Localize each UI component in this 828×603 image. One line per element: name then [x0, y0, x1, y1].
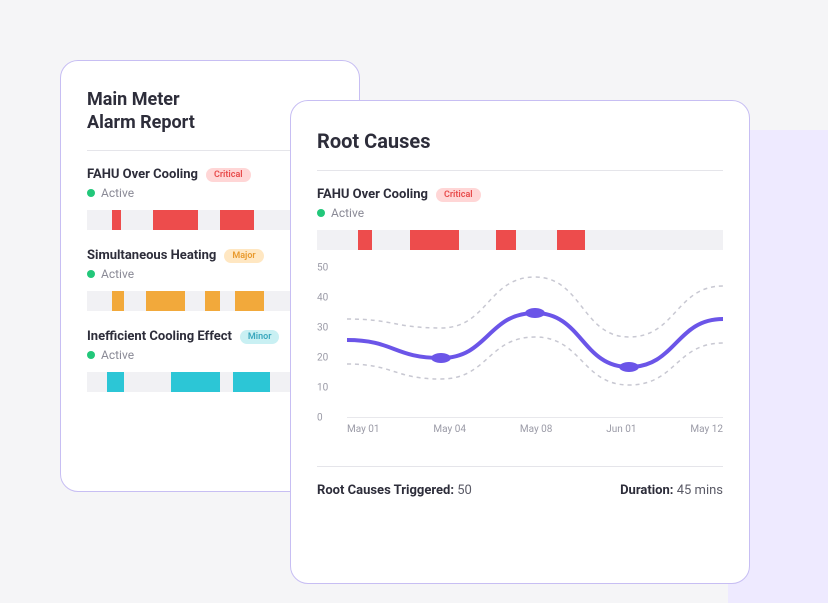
line-chart: 01020304050 May 01May 04May 08Jun 01May …	[317, 268, 723, 448]
triggered-label: Root Causes Triggered:	[317, 483, 454, 498]
duration-summary: Duration: 45 mins	[620, 483, 723, 498]
y-tick: 10	[317, 383, 328, 394]
x-tick: May 08	[520, 424, 553, 435]
timeline-segment	[496, 230, 516, 250]
x-axis: May 01 May 04 May 08 Jun 01 May 12	[347, 424, 723, 435]
status-text: Active	[101, 186, 134, 200]
status-dot-icon	[87, 189, 95, 197]
divider	[317, 170, 723, 171]
timeline-segment	[146, 291, 185, 311]
timeline-segment	[107, 372, 124, 392]
timeline-segment	[112, 210, 122, 230]
timeline-segment	[235, 291, 265, 311]
status-text: Active	[101, 348, 134, 362]
timeline-segment	[220, 210, 254, 230]
alarm-name: FAHU Over Cooling	[317, 187, 428, 202]
timeline-segment	[153, 210, 197, 230]
title-line-2: Alarm Report	[87, 112, 195, 133]
y-axis: 01020304050	[317, 268, 343, 418]
y-tick: 20	[317, 353, 328, 364]
band-line	[347, 277, 723, 337]
data-marker	[525, 308, 545, 318]
timeline-segment	[358, 230, 372, 250]
status-dot-icon	[317, 209, 325, 217]
status-dot-icon	[87, 351, 95, 359]
summary-row: Root Causes Triggered: 50 Duration: 45 m…	[317, 466, 723, 498]
chart-svg	[347, 268, 723, 418]
severity-badge: Major	[224, 249, 263, 263]
alarm-name: FAHU Over Cooling	[87, 167, 198, 182]
timeline-segment	[171, 372, 220, 392]
data-marker	[431, 353, 451, 363]
status-text: Active	[101, 267, 134, 281]
x-tick: May 01	[347, 424, 380, 435]
alarm-name: Inefficient Cooling Effect	[87, 329, 232, 344]
alarm-block: FAHU Over Cooling Critical Active	[317, 187, 723, 250]
x-tick: Jun 01	[606, 424, 636, 435]
y-tick: 40	[317, 293, 328, 304]
severity-badge: Minor	[240, 330, 280, 344]
y-tick: 30	[317, 323, 328, 334]
alarm-name: Simultaneous Heating	[87, 248, 216, 263]
title-line-1: Main Meter	[87, 89, 180, 110]
timeline-segment	[205, 291, 220, 311]
status-text: Active	[331, 206, 364, 220]
timeline-segment	[410, 230, 459, 250]
severity-badge: Critical	[206, 168, 251, 182]
root-causes-card: Root Causes FAHU Over Cooling Critical A…	[290, 100, 750, 584]
y-tick: 0	[317, 413, 323, 424]
status-row: Active	[317, 206, 723, 220]
band-line	[347, 337, 723, 385]
primary-line	[347, 313, 723, 367]
status-dot-icon	[87, 270, 95, 278]
page-title: Root Causes	[317, 129, 723, 154]
y-tick: 50	[317, 263, 328, 274]
data-marker	[619, 362, 639, 372]
severity-badge: Critical	[436, 188, 481, 202]
triggered-summary: Root Causes Triggered: 50	[317, 483, 472, 498]
timeline-segment	[557, 230, 585, 250]
timeline-segment	[233, 372, 270, 392]
alarm-timeline	[317, 230, 723, 250]
duration-label: Duration:	[620, 483, 673, 498]
x-tick: May 04	[433, 424, 466, 435]
timeline-segment	[112, 291, 124, 311]
triggered-value: 50	[457, 483, 472, 498]
x-tick: May 12	[690, 424, 723, 435]
duration-value: 45 mins	[677, 483, 723, 498]
plot-area	[347, 268, 723, 418]
